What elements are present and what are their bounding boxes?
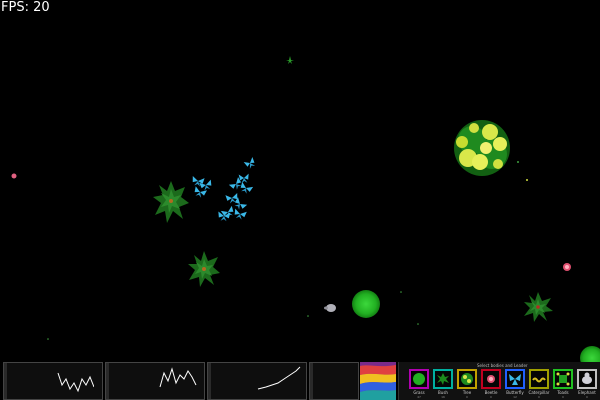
tool-beetle[interactable]	[481, 369, 501, 389]
toad-icon	[556, 372, 570, 386]
graph-axis	[208, 363, 211, 399]
speck	[526, 179, 528, 181]
graph-line	[57, 372, 94, 393]
speck	[400, 291, 402, 293]
tool-count: 0	[586, 395, 588, 399]
bush	[524, 292, 553, 322]
tool-count: 0	[466, 395, 468, 399]
graph-axis	[106, 363, 109, 399]
elephant-icon	[582, 372, 592, 384]
beetle-icon	[487, 375, 495, 383]
entity-palette: Select bodies and Leader Grass 47 Bush 1…	[398, 362, 600, 400]
tool-count: 12	[513, 395, 517, 399]
tool-count: 47	[417, 395, 421, 399]
beetle	[11, 173, 17, 179]
graph-line	[257, 366, 301, 390]
tree-bush	[454, 120, 510, 176]
tool-elephant[interactable]	[577, 369, 597, 389]
tool-grass[interactable]	[409, 369, 429, 389]
population-graph	[207, 362, 307, 400]
caterpillar-icon	[532, 377, 546, 383]
tool-count: 0	[562, 395, 564, 399]
speck	[517, 161, 519, 163]
fps-counter: FPS: 20	[1, 0, 50, 15]
tool-toads[interactable]	[553, 369, 573, 389]
tree-icon	[461, 373, 473, 385]
tool-tree[interactable]	[457, 369, 477, 389]
color-band-graph	[360, 362, 396, 400]
graph-line	[159, 367, 197, 388]
bush	[188, 251, 220, 287]
tool-count: 16	[441, 395, 445, 399]
graph-axis	[4, 363, 7, 399]
population-graph	[105, 362, 205, 400]
tool-bush[interactable]	[433, 369, 453, 389]
butterfly-swarm	[192, 157, 256, 222]
game-world[interactable]	[0, 0, 600, 400]
bush	[153, 181, 189, 223]
grass-ball	[352, 290, 380, 318]
bush-icon	[437, 373, 449, 385]
tool-count: 0	[538, 395, 540, 399]
tool-caterpillar[interactable]	[529, 369, 549, 389]
tool-butterfly[interactable]	[505, 369, 525, 389]
speck	[307, 315, 309, 317]
beetle	[563, 263, 571, 271]
population-graph	[309, 362, 359, 400]
speck	[47, 338, 49, 340]
tool-count: 0	[490, 395, 492, 399]
small-plant	[286, 56, 294, 64]
palette-title: Select bodies and Leader	[477, 363, 528, 368]
grass-icon	[413, 373, 425, 385]
graph-axis	[310, 363, 313, 399]
speck	[417, 323, 419, 325]
butterfly-icon	[509, 374, 521, 385]
elephant-creature	[324, 304, 336, 312]
population-graph	[3, 362, 103, 400]
